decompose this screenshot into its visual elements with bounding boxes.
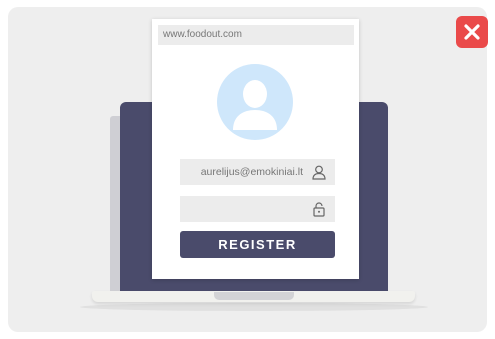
- password-field[interactable]: [180, 196, 335, 222]
- register-button[interactable]: REGISTER: [180, 231, 335, 258]
- user-icon: [312, 165, 326, 180]
- close-icon: [464, 24, 480, 40]
- close-button[interactable]: [456, 16, 488, 48]
- laptop-notch: [214, 292, 294, 300]
- laptop-shadow: [80, 303, 428, 311]
- lock-icon: [313, 202, 325, 217]
- registration-card: www.foodout.com aurelijus@emokiniai.lt R…: [152, 19, 359, 279]
- user-avatar-icon: [217, 64, 293, 140]
- url-bar[interactable]: www.foodout.com: [158, 25, 354, 45]
- email-field[interactable]: aurelijus@emokiniai.lt: [180, 159, 335, 185]
- email-field-value: aurelijus@emokiniai.lt: [200, 166, 303, 178]
